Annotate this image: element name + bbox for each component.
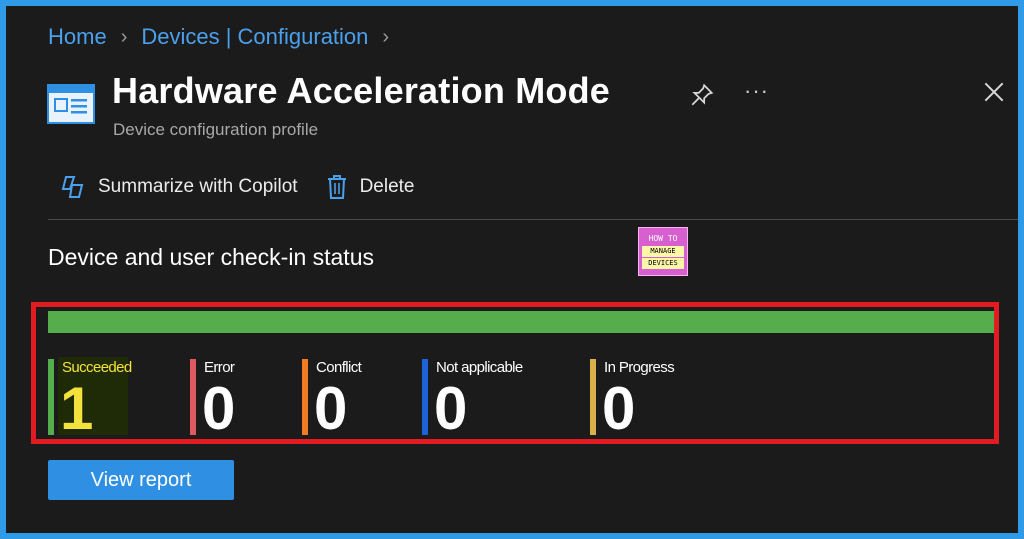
chevron-right-icon: ›	[120, 25, 128, 48]
chevron-right-icon: ›	[382, 25, 390, 48]
copilot-icon	[61, 176, 84, 198]
delete-button[interactable]: Delete	[326, 174, 415, 200]
logo-line-3: DEVICES	[642, 258, 684, 269]
more-options-icon[interactable]: ···	[744, 78, 769, 104]
blade-frame: Home › Devices | Configuration › Hardwar…	[6, 6, 1018, 533]
copilot-label: Summarize with Copilot	[98, 176, 298, 197]
view-report-button[interactable]: View report	[48, 460, 234, 500]
page-subtitle: Device configuration profile	[113, 120, 319, 139]
page-title: Hardware Acceleration Mode	[112, 70, 611, 111]
pin-icon[interactable]	[689, 82, 715, 108]
summarize-with-copilot-button[interactable]: Summarize with Copilot	[60, 175, 298, 199]
status-highlight-box	[31, 302, 999, 444]
section-title: Device and user check-in status	[48, 244, 374, 270]
delete-label: Delete	[359, 176, 415, 197]
logo-line-1: HOW TO	[648, 234, 678, 243]
breadcrumb-home[interactable]: Home	[48, 24, 107, 50]
toolbar-divider	[48, 219, 1018, 220]
close-icon[interactable]	[981, 79, 1007, 105]
trash-icon	[327, 175, 346, 199]
logo-line-2: MANAGE	[642, 246, 684, 257]
how-to-manage-devices-logo: HOW TO MANAGE DEVICES	[638, 227, 688, 276]
breadcrumb: Home › Devices | Configuration ›	[48, 24, 403, 50]
profile-icon	[47, 84, 95, 124]
breadcrumb-devices-configuration[interactable]: Devices | Configuration	[141, 24, 368, 50]
toolbar: Summarize with Copilot Delete	[60, 174, 443, 200]
